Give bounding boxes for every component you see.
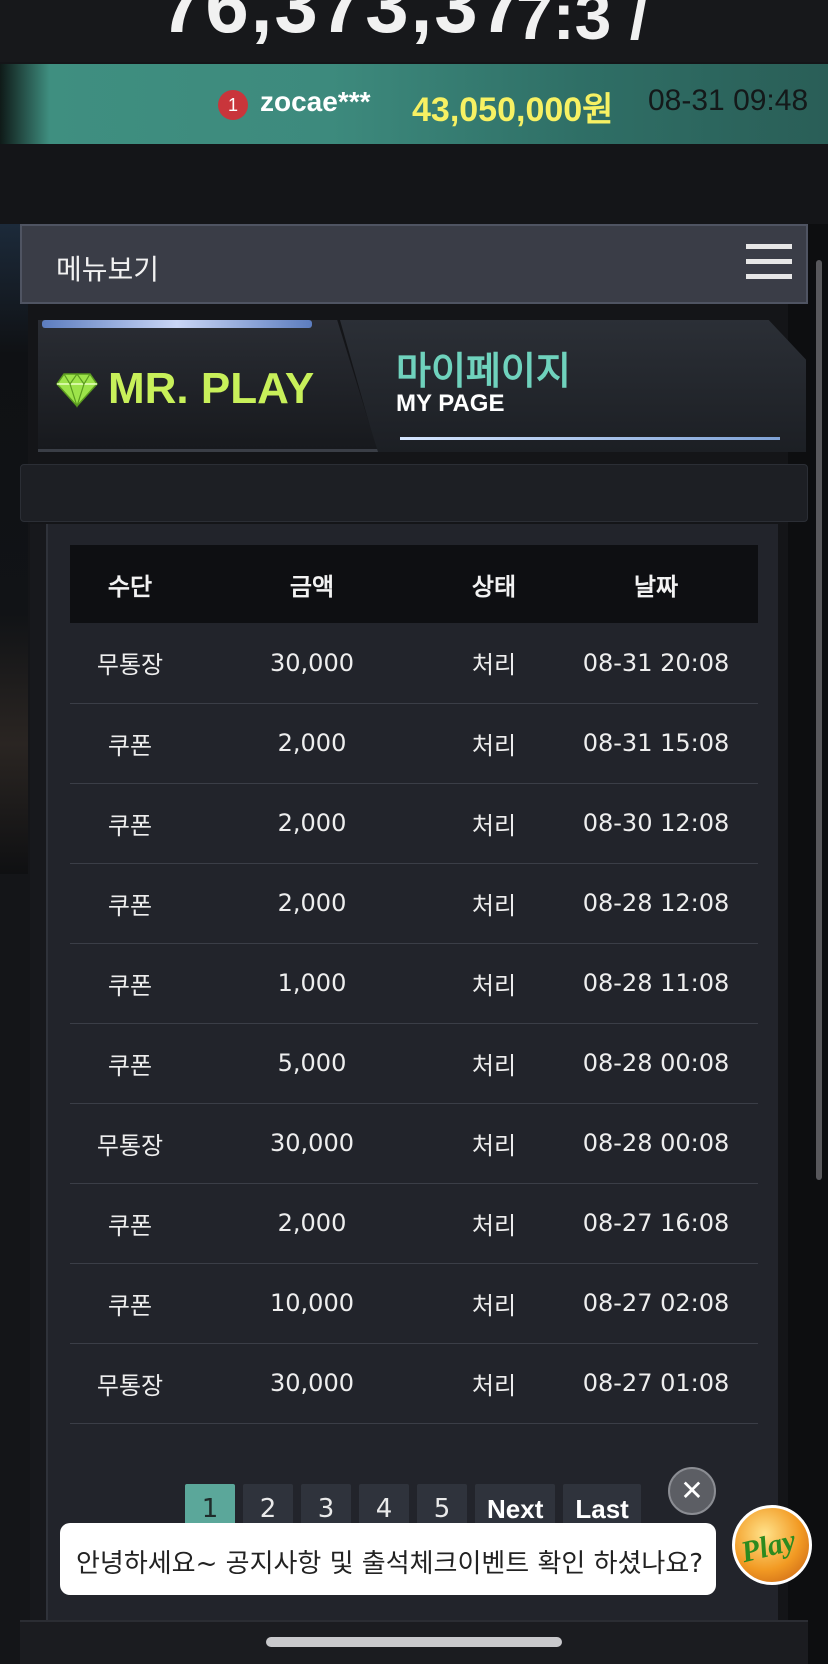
table-row: 무통장 30,000 처리 08-28 00:08 — [70, 1103, 758, 1184]
menu-label: 메뉴보기 — [56, 253, 160, 286]
cell-amount: 1,000 — [190, 943, 434, 1024]
cell-method: 무통장 — [70, 1343, 190, 1424]
cell-status: 처리 — [434, 1263, 554, 1344]
cell-amount: 30,000 — [190, 1103, 434, 1184]
cell-status: 처리 — [434, 1183, 554, 1264]
cell-method: 무통장 — [70, 623, 190, 704]
panel-frame — [30, 524, 48, 1624]
winner-amount: 43,050,000원 — [412, 91, 614, 129]
column-header-amount: 금액 — [190, 545, 434, 623]
home-indicator[interactable] — [266, 1637, 562, 1647]
cell-date: 08-31 20:08 — [554, 623, 758, 704]
cell-date: 08-27 02:08 — [554, 1263, 758, 1344]
page-header-banner: MR. PLAY 마이페이지 MY PAGE — [20, 314, 808, 454]
cell-method: 쿠폰 — [70, 943, 190, 1024]
banner-light-bar — [42, 320, 312, 328]
cell-amount: 2,000 — [190, 863, 434, 944]
cell-status: 처리 — [434, 703, 554, 784]
jackpot-counter-tail: 7:3 / — [516, 0, 649, 53]
table-row: 쿠폰 2,000 처리 08-31 15:08 — [70, 703, 758, 784]
table-row: 쿠폰 1,000 처리 08-28 11:08 — [70, 943, 758, 1024]
table-row: 무통장 30,000 처리 08-27 01:08 — [70, 1343, 758, 1424]
cell-method: 쿠폰 — [70, 1023, 190, 1104]
winner-ticker: 1 zocae*** 43,050,000원 08-31 09:48 — [0, 64, 828, 144]
cell-date: 08-28 00:08 — [554, 1023, 758, 1104]
avatar-logo-text: Play — [737, 1523, 800, 1570]
cell-amount: 2,000 — [190, 1183, 434, 1264]
scrollbar[interactable] — [816, 260, 822, 1180]
cell-status: 처리 — [434, 623, 554, 704]
menu-bar[interactable]: 메뉴보기 — [20, 224, 808, 304]
cell-method: 쿠폰 — [70, 783, 190, 864]
table-row: 쿠폰 5,000 처리 08-28 00:08 — [70, 1023, 758, 1104]
cell-status: 처리 — [434, 1023, 554, 1104]
cell-date: 08-28 00:08 — [554, 1103, 758, 1184]
cell-amount: 30,000 — [190, 1343, 434, 1424]
cell-date: 08-28 11:08 — [554, 943, 758, 1024]
page-title-en: MY PAGE — [396, 390, 505, 417]
spacer — [0, 144, 828, 224]
cell-amount: 10,000 — [190, 1263, 434, 1344]
table-row: 무통장 30,000 처리 08-31 20:08 — [70, 623, 758, 704]
cell-method: 쿠폰 — [70, 863, 190, 944]
page-title-kr: 마이페이지 — [396, 349, 571, 393]
winner-username: zocae*** — [260, 86, 371, 117]
cell-method: 쿠폰 — [70, 703, 190, 784]
jackpot-counter: 76,373,37 7:3 / — [0, 0, 828, 62]
cell-date: 08-28 12:08 — [554, 863, 758, 944]
column-header-status: 상태 — [434, 545, 554, 623]
close-icon: ✕ — [680, 1474, 704, 1507]
jackpot-counter-value: 76,373,37 — [160, 0, 526, 49]
column-header-date: 날짜 — [554, 545, 758, 623]
chat-message: 안녕하세요~ 공지사항 및 출석체크이벤트 확인 하셨나요? — [76, 1549, 704, 1579]
chat-bubble[interactable]: 안녕하세요~ 공지사항 및 출석체크이벤트 확인 하셨나요? — [60, 1523, 716, 1595]
hamburger-menu-icon[interactable] — [746, 244, 792, 284]
cell-date: 08-27 16:08 — [554, 1183, 758, 1264]
table-header-row: 수단 금액 상태 날짜 — [70, 545, 758, 623]
cell-amount: 2,000 — [190, 703, 434, 784]
cell-status: 처리 — [434, 943, 554, 1024]
winner-rank-badge: 1 — [218, 90, 248, 120]
close-chat-button[interactable]: ✕ — [668, 1467, 716, 1515]
cell-status: 처리 — [434, 863, 554, 944]
chat-avatar[interactable]: Play — [732, 1505, 812, 1585]
cell-status: 처리 — [434, 1343, 554, 1424]
column-header-method: 수단 — [70, 545, 190, 623]
winner-time: 08-31 09:48 — [648, 84, 809, 117]
history-table: 수단 금액 상태 날짜 무통장 30,000 처리 08-31 20:08 쿠폰… — [70, 545, 758, 1424]
table-row: 쿠폰 2,000 처리 08-27 16:08 — [70, 1183, 758, 1264]
table-row: 쿠폰 2,000 처리 08-30 12:08 — [70, 783, 758, 864]
brand-logo-text: MR. PLAY — [108, 364, 315, 413]
diamond-icon — [56, 372, 98, 408]
cell-amount: 2,000 — [190, 783, 434, 864]
table-row: 쿠폰 10,000 처리 08-27 02:08 — [70, 1263, 758, 1344]
page: 76,373,37 7:3 / 1 zocae*** 43,050,000원 0… — [0, 0, 828, 1664]
table-row: 쿠폰 2,000 처리 08-28 12:08 — [70, 863, 758, 944]
cell-date: 08-31 15:08 — [554, 703, 758, 784]
sub-toolbar — [20, 464, 808, 522]
cell-date: 08-30 12:08 — [554, 783, 758, 864]
cell-method: 쿠폰 — [70, 1183, 190, 1264]
cell-status: 처리 — [434, 1103, 554, 1184]
cell-method: 무통장 — [70, 1103, 190, 1184]
cell-amount: 30,000 — [190, 623, 434, 704]
cell-method: 쿠폰 — [70, 1263, 190, 1344]
cell-amount: 5,000 — [190, 1023, 434, 1104]
cell-status: 처리 — [434, 783, 554, 864]
cell-date: 08-27 01:08 — [554, 1343, 758, 1424]
